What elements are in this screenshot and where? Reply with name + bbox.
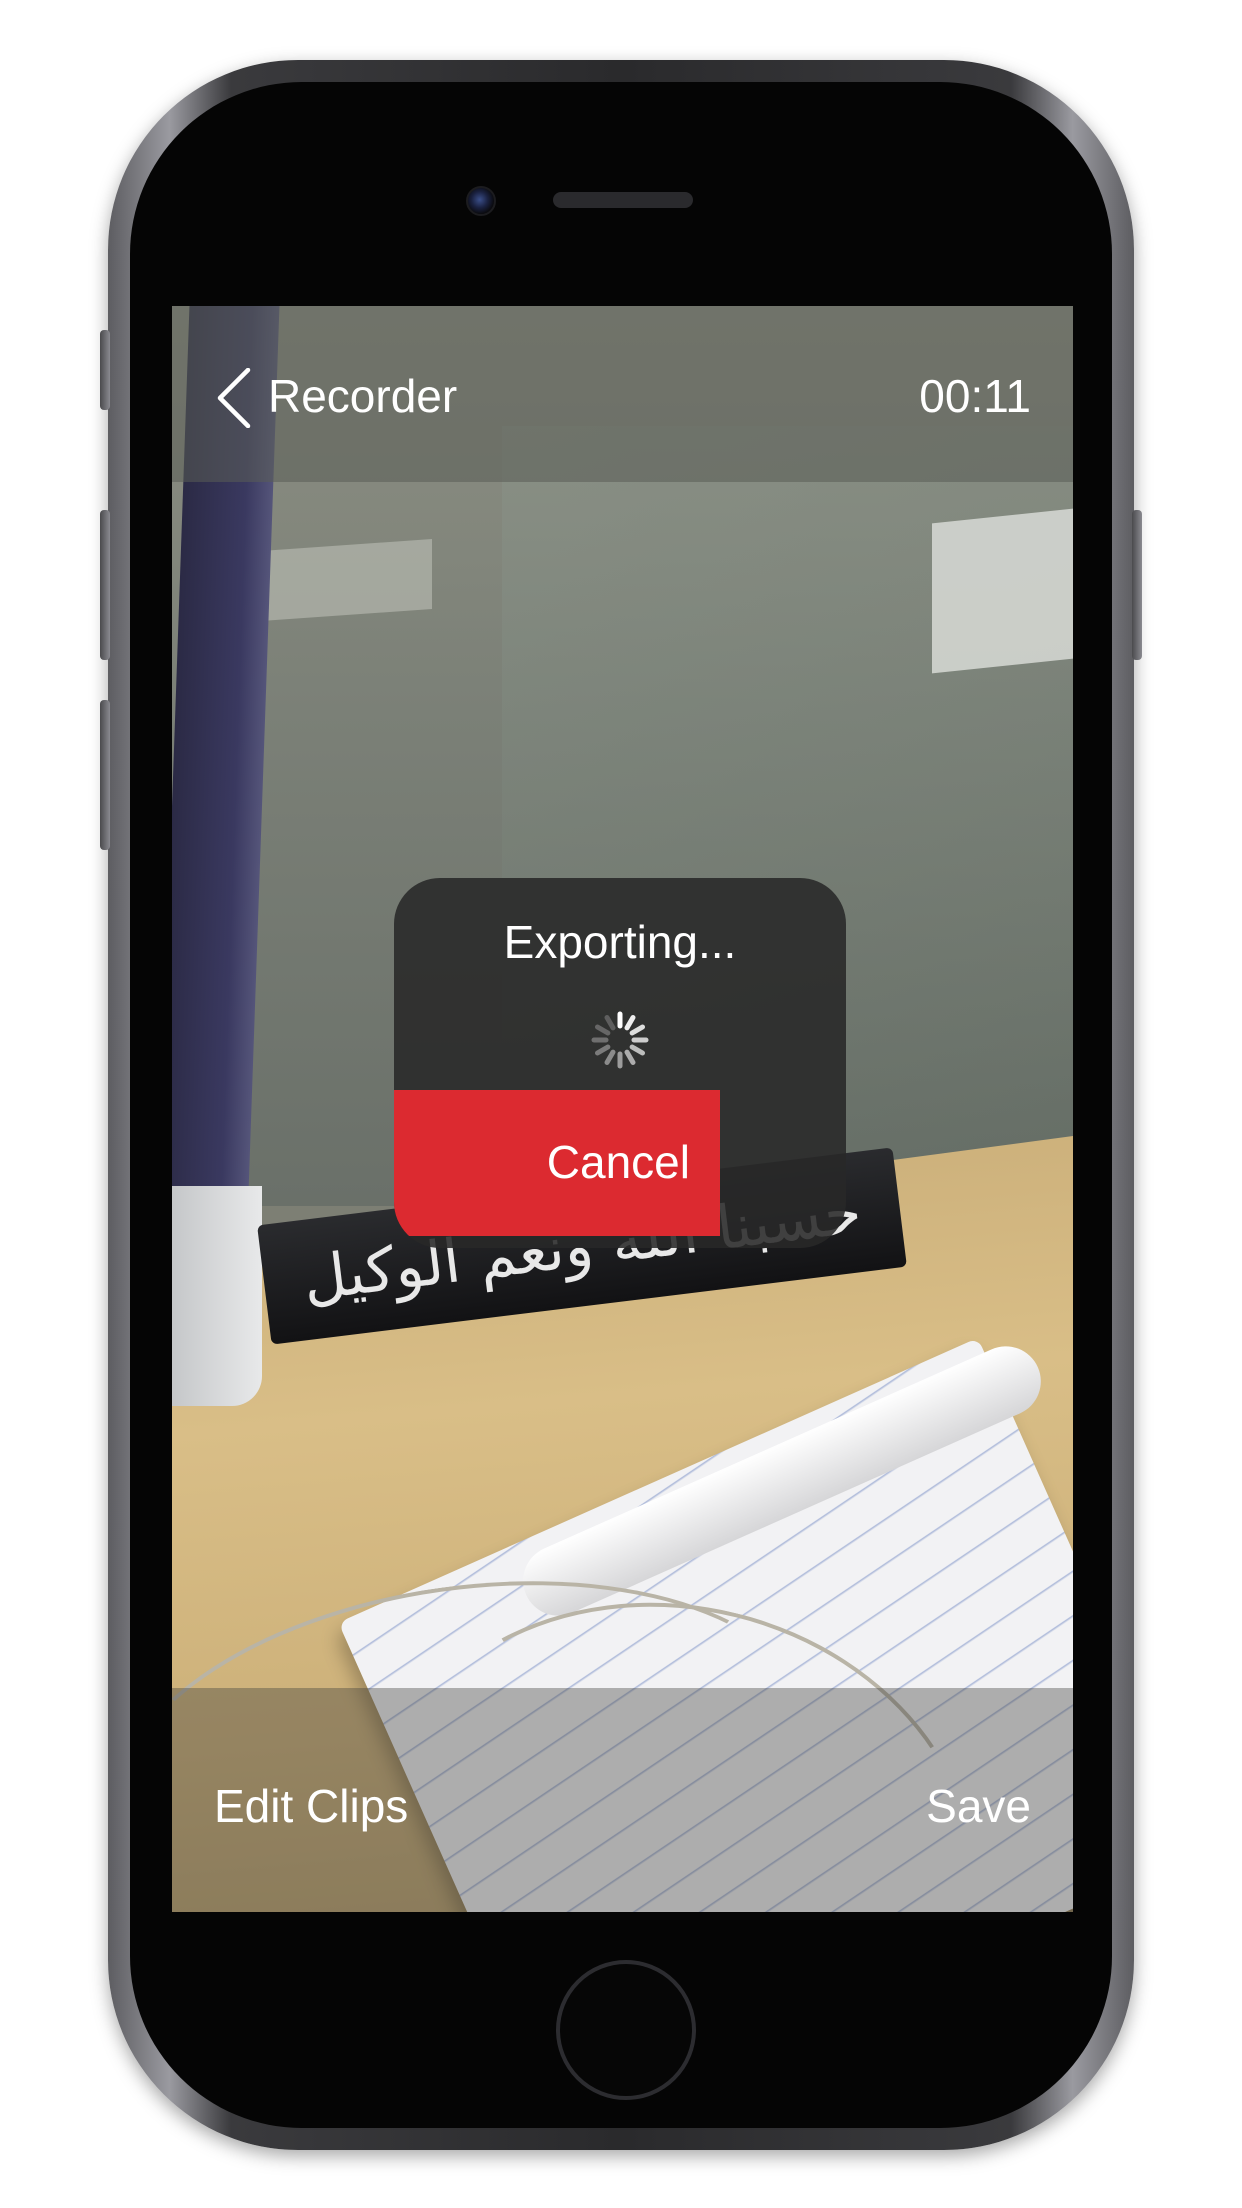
export-progress-dialog: Exporting... Cancel <box>394 878 846 1248</box>
volume-up-button <box>100 510 110 660</box>
home-button[interactable] <box>556 1960 696 2100</box>
chevron-left-icon[interactable] <box>216 368 252 428</box>
volume-down-button <box>100 700 110 850</box>
preview-white-object <box>172 1186 262 1406</box>
earpiece-speaker <box>553 192 693 208</box>
bottom-toolbar: Edit Clips Save <box>172 1688 1073 1912</box>
back-button-label[interactable]: Recorder <box>268 366 457 426</box>
power-button <box>1132 510 1142 660</box>
top-nav-bar: Recorder 00:11 <box>172 306 1073 482</box>
mute-switch <box>100 330 110 410</box>
app-screen: حسبنا الله ونعم الوكيل Recorder 00:11 Ed… <box>172 306 1073 1912</box>
recording-timer: 00:11 <box>919 370 1031 422</box>
activity-spinner-icon <box>591 1011 649 1069</box>
front-camera <box>466 186 496 216</box>
edit-clips-button[interactable]: Edit Clips <box>214 1776 408 1836</box>
preview-posted-paper <box>932 508 1073 674</box>
cancel-export-button[interactable]: Cancel <box>394 1090 720 1236</box>
dialog-title: Exporting... <box>503 916 737 968</box>
save-button[interactable]: Save <box>926 1776 1031 1836</box>
cancel-button-label: Cancel <box>546 1136 690 1188</box>
